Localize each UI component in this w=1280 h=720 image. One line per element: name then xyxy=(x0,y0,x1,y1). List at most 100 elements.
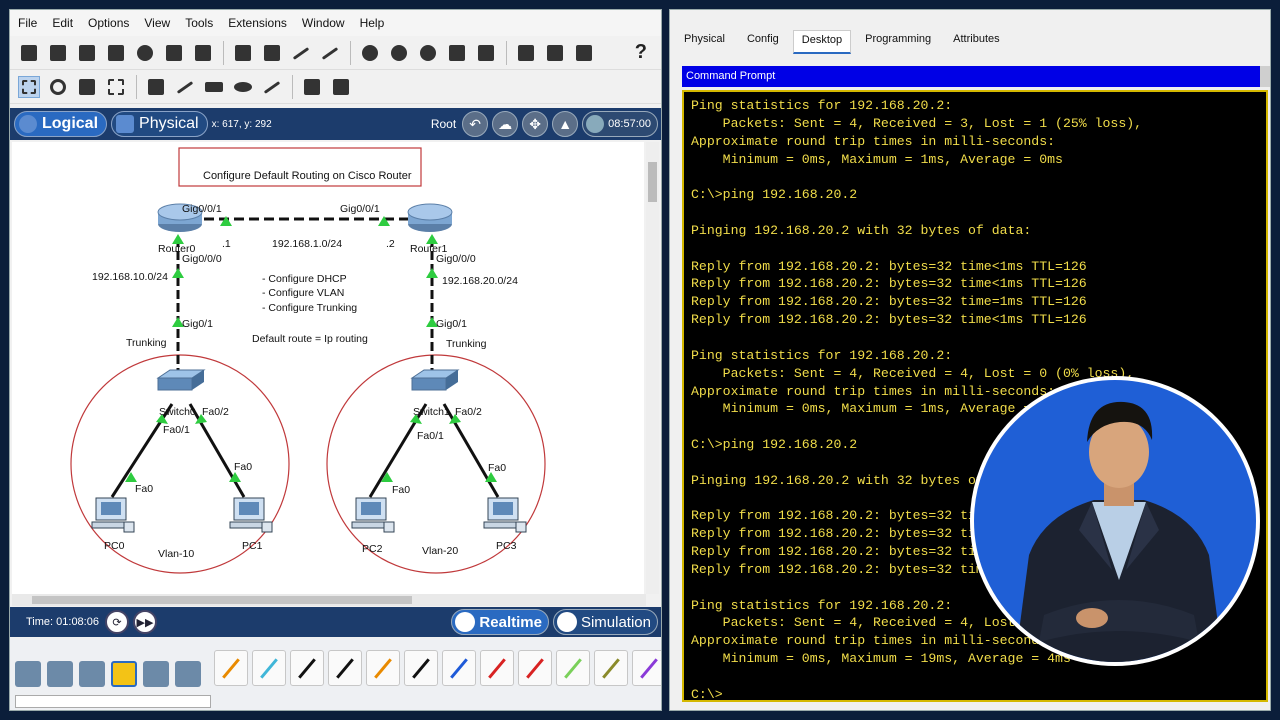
console-cable-icon[interactable] xyxy=(252,650,286,686)
device-panel xyxy=(10,638,661,710)
pc0-label: PC0 xyxy=(104,540,125,552)
menu-extensions[interactable]: Extensions xyxy=(228,16,287,30)
end-devices-icon[interactable] xyxy=(47,661,73,687)
drawing-palette-icon[interactable] xyxy=(446,42,468,64)
tab-physical[interactable]: Physical xyxy=(676,30,733,54)
serial-dte-cable-icon[interactable] xyxy=(518,650,552,686)
network-devices-icon[interactable] xyxy=(15,661,41,687)
zoom-in-icon[interactable] xyxy=(359,42,381,64)
pc1-label: PC1 xyxy=(242,540,263,552)
physical-tab[interactable]: Physical xyxy=(111,111,208,137)
multiuser-icon[interactable] xyxy=(175,661,201,687)
horizontal-scrollbar[interactable] xyxy=(12,594,646,606)
print-icon[interactable] xyxy=(105,42,127,64)
cursor-coordinates: x: 617, y: 292 xyxy=(211,118,272,130)
save-icon[interactable] xyxy=(76,42,98,64)
menu-window[interactable]: Window xyxy=(302,16,345,30)
new-file-icon[interactable] xyxy=(18,42,40,64)
paste-icon[interactable] xyxy=(261,42,283,64)
menu-help[interactable]: Help xyxy=(360,16,385,30)
draw-line-icon[interactable] xyxy=(174,76,196,98)
fiber-cable-icon[interactable] xyxy=(366,650,400,686)
realtime-mode[interactable]: Realtime xyxy=(451,609,549,635)
switch1-label: Switch1 xyxy=(413,406,450,418)
misc-icon[interactable] xyxy=(143,661,169,687)
place-note-icon[interactable] xyxy=(145,76,167,98)
zoom-reset-icon[interactable] xyxy=(388,42,410,64)
background-image-icon[interactable]: ▲ xyxy=(552,111,579,137)
right-lan-network: 192.168.20.0/24 xyxy=(442,275,518,287)
add-complex-pdu-icon[interactable] xyxy=(330,76,352,98)
tab-attributes[interactable]: Attributes xyxy=(945,30,1007,54)
select-icon[interactable] xyxy=(18,75,40,98)
move-icon[interactable]: ✥ xyxy=(522,111,549,137)
connections-icon[interactable] xyxy=(111,661,137,687)
coaxial-cable-icon[interactable] xyxy=(442,650,476,686)
open-folder-icon[interactable] xyxy=(47,42,69,64)
back-icon[interactable]: ↶ xyxy=(462,111,489,137)
menu-view[interactable]: View xyxy=(144,16,170,30)
custom-device-icon[interactable] xyxy=(475,42,497,64)
logical-workspace[interactable]: Configure Default Routing on Cisco Route… xyxy=(12,142,644,594)
copy-icon[interactable] xyxy=(232,42,254,64)
ip-phone-icon[interactable] xyxy=(544,42,566,64)
draw-ellipse-icon[interactable] xyxy=(232,76,254,98)
pc2-port: Fa0 xyxy=(392,484,411,496)
left-lan-network: 192.168.10.0/24 xyxy=(92,271,168,283)
left-wan-ip: .1 xyxy=(222,238,231,250)
close-icon[interactable] xyxy=(1260,66,1270,87)
phone-cable-icon[interactable] xyxy=(404,650,438,686)
cloud-icon[interactable]: ☁ xyxy=(492,111,519,137)
auto-connection-icon[interactable] xyxy=(214,650,248,686)
note-dhcp: - Configure DHCP xyxy=(262,273,347,285)
cable-list xyxy=(214,650,661,686)
power-cycle-icon[interactable]: ⟳ xyxy=(104,610,129,634)
image-icon[interactable] xyxy=(573,42,595,64)
pc0-icon xyxy=(91,497,135,533)
tab-config[interactable]: Config xyxy=(739,30,787,54)
undo-icon[interactable] xyxy=(290,42,312,64)
switch0-fa02: Fa0/2 xyxy=(202,406,229,418)
menu-edit[interactable]: Edit xyxy=(52,16,73,30)
simulation-icon xyxy=(556,612,577,632)
zoom-out-icon[interactable] xyxy=(417,42,439,64)
workspace-bar: Logical Physical x: 617, y: 292 Root ↶ ☁… xyxy=(10,108,661,140)
resize-shape-icon[interactable] xyxy=(105,76,127,98)
logical-tab[interactable]: Logical xyxy=(14,111,108,137)
freeform-icon[interactable] xyxy=(261,76,283,98)
switch1-fa01: Fa0/1 xyxy=(417,430,444,442)
iot-cable-icon[interactable] xyxy=(594,650,628,686)
presenter-avatar xyxy=(970,376,1260,666)
components-icon[interactable] xyxy=(79,661,105,687)
menu-tools[interactable]: Tools xyxy=(185,16,213,30)
tab-programming[interactable]: Programming xyxy=(857,30,939,54)
help-button[interactable]: ? xyxy=(635,41,647,64)
tab-desktop[interactable]: Desktop xyxy=(792,30,852,54)
redo-icon[interactable] xyxy=(319,42,341,64)
draw-rectangle-icon[interactable] xyxy=(203,76,225,98)
delete-icon[interactable] xyxy=(76,76,98,98)
menu-options[interactable]: Options xyxy=(88,16,129,30)
simulation-mode[interactable]: Simulation xyxy=(552,609,658,635)
vertical-scrollbar[interactable] xyxy=(646,142,659,594)
inspect-icon[interactable] xyxy=(47,76,69,98)
stopwatch-icon xyxy=(455,612,476,632)
simulation-bar: Time: 01:08:06 ⟳ ▶▶ Realtime Simulation xyxy=(10,607,661,637)
straight-through-cable-icon[interactable] xyxy=(290,650,324,686)
pdu-list-icon[interactable] xyxy=(515,42,537,64)
info-icon[interactable] xyxy=(134,42,156,64)
vlan10-label: Vlan-10 xyxy=(158,548,195,560)
network-wizard-icon[interactable] xyxy=(163,42,185,64)
fast-forward-icon[interactable]: ▶▶ xyxy=(132,610,157,634)
crossover-cable-icon[interactable] xyxy=(328,650,362,686)
device-search-input[interactable] xyxy=(15,695,211,708)
serial-dce-cable-icon[interactable] xyxy=(480,650,514,686)
viewport-clock[interactable]: 08:57:00 xyxy=(582,111,658,137)
usb-cable-icon[interactable] xyxy=(632,650,661,686)
add-simple-pdu-icon[interactable] xyxy=(301,76,323,98)
menu-file[interactable]: File xyxy=(18,16,37,30)
root-label: Root xyxy=(430,117,457,131)
octal-cable-icon[interactable] xyxy=(556,650,590,686)
activity-wizard-icon[interactable] xyxy=(192,42,214,64)
switch0-uplink-port: Gig0/1 xyxy=(182,318,213,330)
